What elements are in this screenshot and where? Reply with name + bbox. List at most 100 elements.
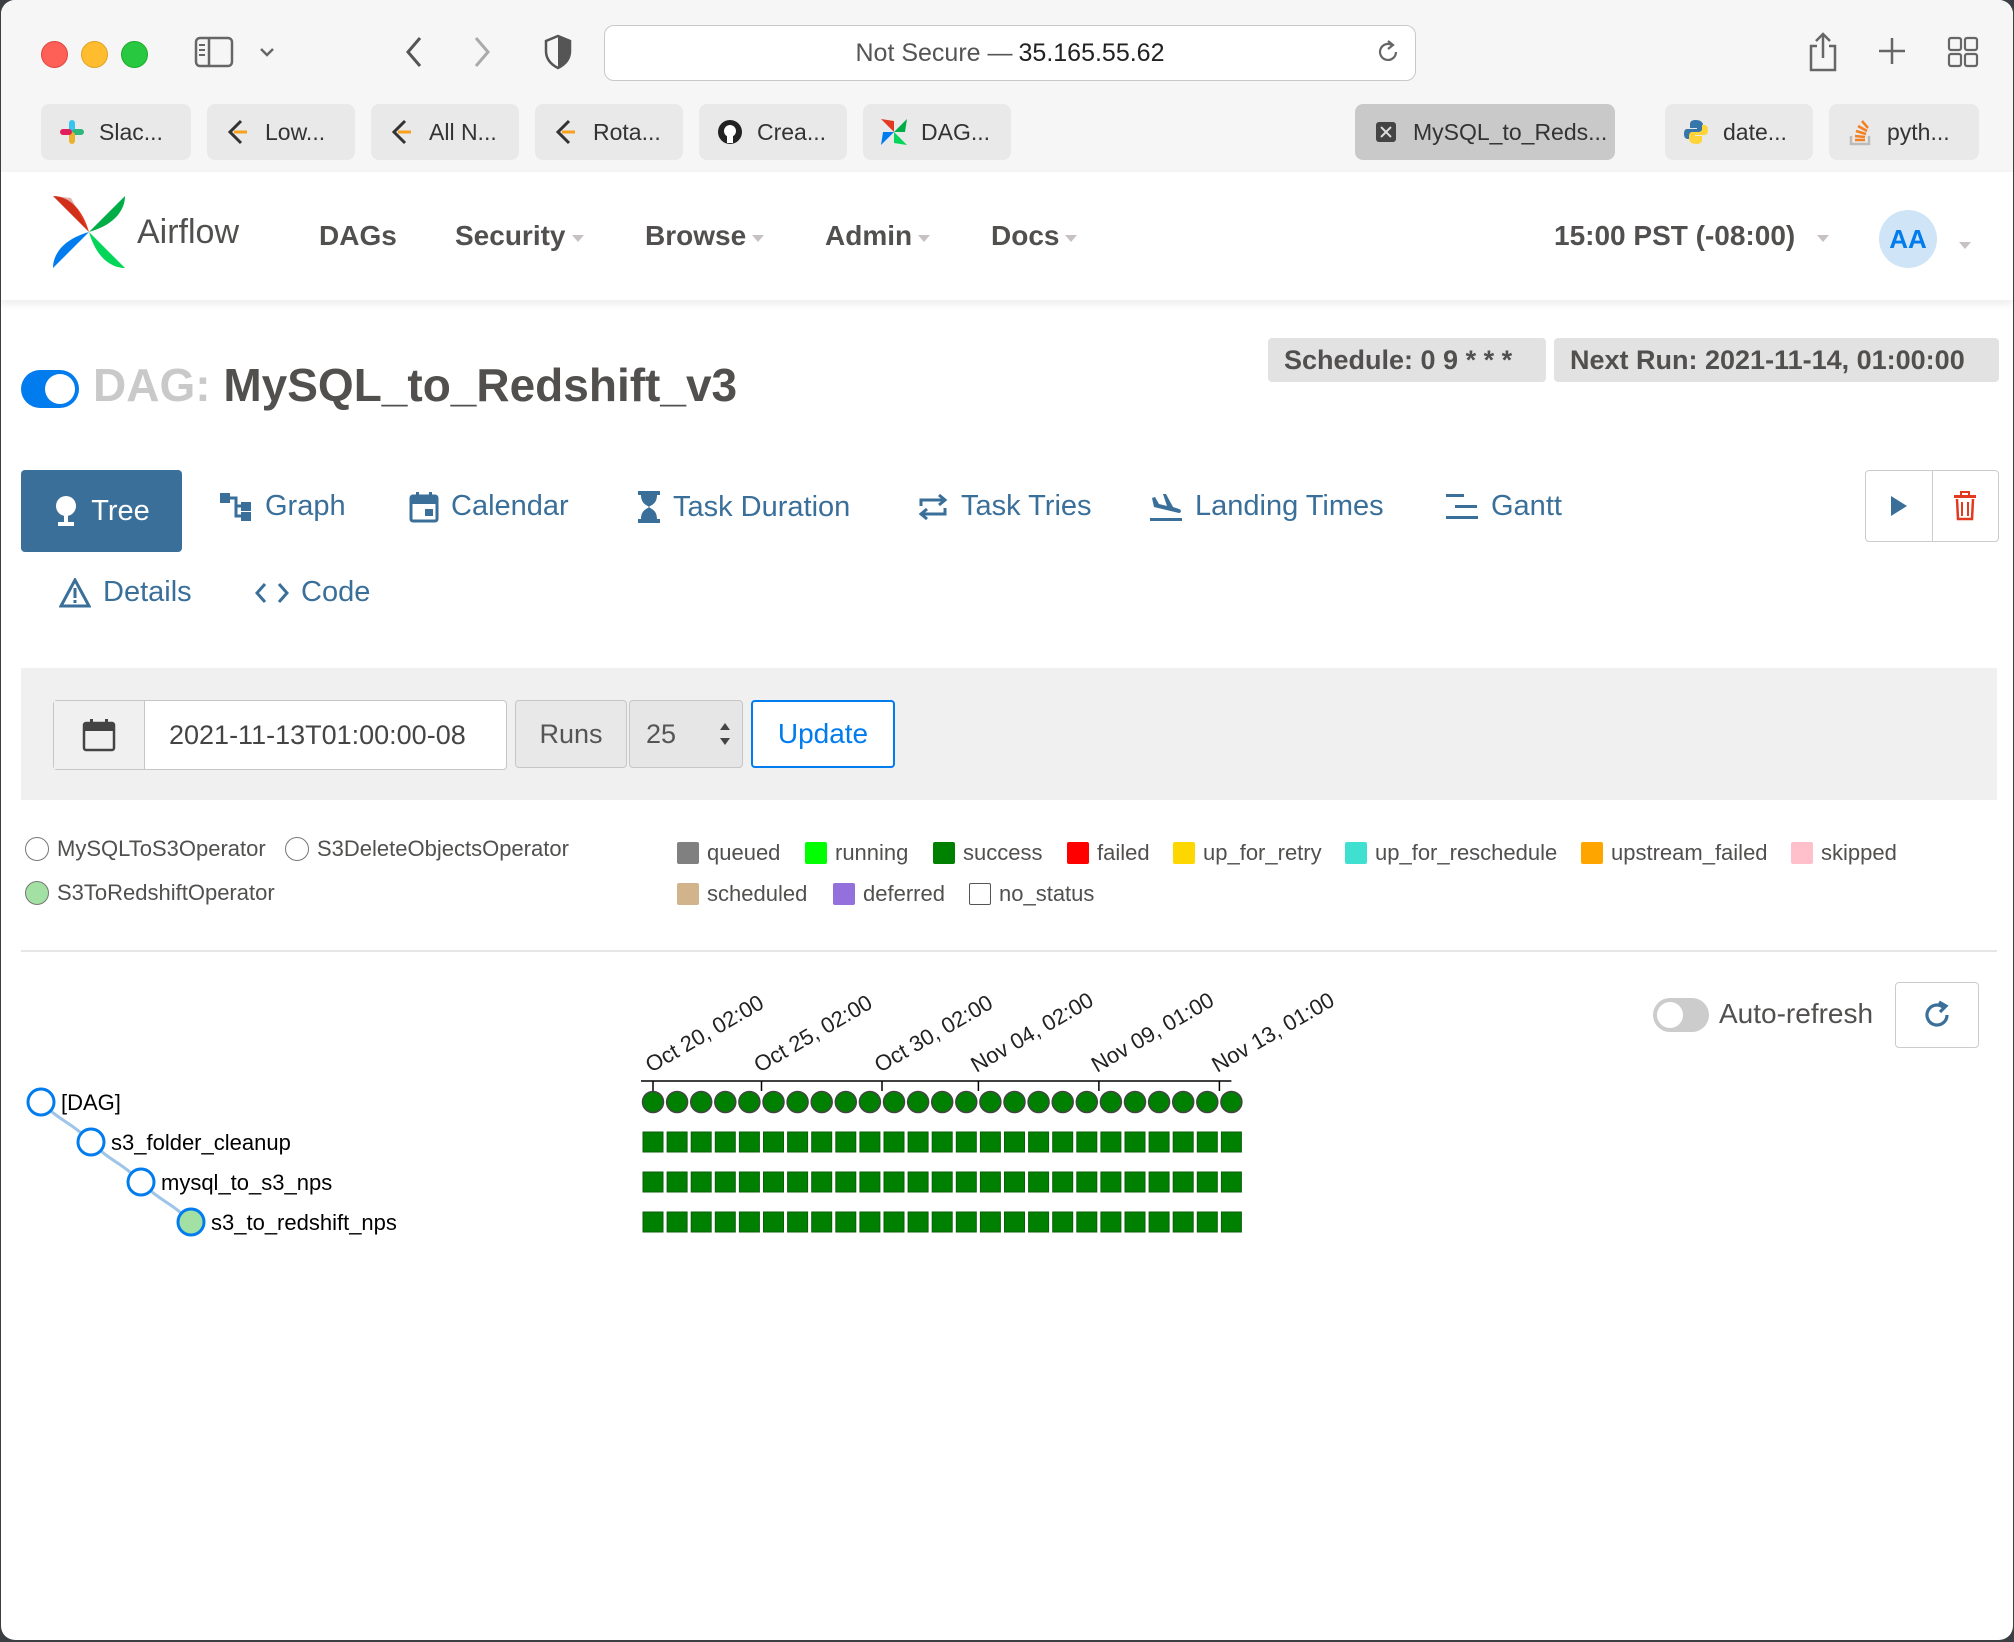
- task-instance-square[interactable]: [1172, 1211, 1194, 1233]
- task-instance-square[interactable]: [1052, 1211, 1074, 1233]
- task-instance-square[interactable]: [859, 1171, 881, 1193]
- tree-node-label[interactable]: s3_to_redshift_nps: [211, 1210, 397, 1235]
- task-instance-square[interactable]: [883, 1131, 905, 1153]
- tab-landing-times[interactable]: Landing Times: [1149, 490, 1384, 523]
- browser-tab[interactable]: Rota...: [535, 104, 683, 160]
- task-instance-square[interactable]: [979, 1171, 1001, 1193]
- task-instance-square[interactable]: [1100, 1211, 1122, 1233]
- task-instance-square[interactable]: [642, 1171, 664, 1193]
- task-instance-square[interactable]: [859, 1211, 881, 1233]
- task-instance-square[interactable]: [1028, 1131, 1050, 1153]
- maximize-window-button[interactable]: [121, 41, 148, 68]
- task-instance-square[interactable]: [763, 1211, 784, 1233]
- task-instance-square[interactable]: [955, 1131, 977, 1153]
- task-instance-square[interactable]: [1076, 1211, 1098, 1233]
- task-instance-square[interactable]: [1124, 1211, 1146, 1233]
- task-instance-square[interactable]: [690, 1131, 712, 1153]
- calendar-icon[interactable]: [54, 701, 145, 769]
- browser-tab[interactable]: All N...: [371, 104, 519, 160]
- task-instance-square[interactable]: [1220, 1171, 1242, 1193]
- auto-refresh-toggle[interactable]: [1653, 998, 1709, 1032]
- task-instance-square[interactable]: [666, 1211, 688, 1233]
- tree-node-label[interactable]: s3_folder_cleanup: [111, 1130, 291, 1155]
- task-instance-square[interactable]: [714, 1211, 736, 1233]
- task-instance-square[interactable]: [1196, 1131, 1218, 1153]
- tree-node[interactable]: [176, 1207, 206, 1237]
- nav-browse[interactable]: Browse: [645, 220, 765, 252]
- dag-run-circle[interactable]: [641, 1090, 665, 1114]
- tree-node[interactable]: [26, 1087, 56, 1117]
- browser-tab[interactable]: Slac...: [41, 104, 191, 160]
- dag-run-circle[interactable]: [930, 1090, 954, 1114]
- dag-run-circle[interactable]: [1171, 1090, 1195, 1114]
- dag-run-circle[interactable]: [834, 1090, 858, 1114]
- task-instance-square[interactable]: [642, 1211, 664, 1233]
- task-instance-square[interactable]: [1028, 1171, 1050, 1193]
- update-button[interactable]: Update: [751, 700, 895, 768]
- task-instance-square[interactable]: [1052, 1131, 1074, 1153]
- task-instance-square[interactable]: [979, 1211, 1001, 1233]
- task-instance-square[interactable]: [1052, 1171, 1074, 1193]
- task-instance-square[interactable]: [835, 1211, 857, 1233]
- task-instance-square[interactable]: [931, 1171, 953, 1193]
- task-instance-square[interactable]: [859, 1131, 881, 1153]
- tab-gantt[interactable]: Gantt: [1445, 490, 1562, 523]
- task-instance-square[interactable]: [738, 1131, 760, 1153]
- browser-tab-active[interactable]: MySQL_to_Reds...: [1355, 104, 1615, 160]
- refresh-button[interactable]: [1895, 982, 1979, 1048]
- task-instance-square[interactable]: [1124, 1131, 1146, 1153]
- dag-run-circle[interactable]: [955, 1090, 978, 1114]
- task-instance-square[interactable]: [811, 1131, 833, 1153]
- task-instance-square[interactable]: [1148, 1171, 1170, 1193]
- nav-admin[interactable]: Admin: [825, 220, 931, 252]
- task-instance-square[interactable]: [787, 1211, 809, 1233]
- task-instance-square[interactable]: [714, 1171, 736, 1193]
- dag-run-circle[interactable]: [882, 1090, 906, 1114]
- task-instance-square[interactable]: [714, 1131, 736, 1153]
- close-window-button[interactable]: [41, 41, 68, 68]
- task-instance-square[interactable]: [1148, 1211, 1170, 1233]
- dag-run-circle[interactable]: [810, 1090, 833, 1114]
- task-instance-square[interactable]: [1076, 1171, 1098, 1193]
- browser-tab[interactable]: pyth...: [1829, 104, 1979, 160]
- task-instance-square[interactable]: [1004, 1171, 1025, 1193]
- timezone-dropdown[interactable]: 15:00 PST (-08:00): [1554, 220, 1830, 252]
- tree-node-label[interactable]: [DAG]: [61, 1090, 121, 1115]
- dag-run-circle[interactable]: [1027, 1090, 1050, 1114]
- new-tab-icon[interactable]: [1875, 34, 1909, 68]
- runs-select[interactable]: 25: [629, 700, 743, 768]
- dag-run-circle[interactable]: [1003, 1090, 1026, 1114]
- task-instance-square[interactable]: [1124, 1171, 1146, 1193]
- task-instance-square[interactable]: [1004, 1211, 1025, 1233]
- browser-tab[interactable]: Low...: [207, 104, 355, 160]
- task-instance-square[interactable]: [763, 1171, 784, 1193]
- nav-docs[interactable]: Docs: [991, 220, 1078, 252]
- task-instance-square[interactable]: [907, 1171, 929, 1193]
- url-bar[interactable]: Not Secure — 35.165.55.62: [604, 25, 1416, 81]
- dag-run-circle[interactable]: [1075, 1090, 1099, 1114]
- browser-tab[interactable]: Crea...: [699, 104, 847, 160]
- back-icon[interactable]: [399, 32, 429, 72]
- airflow-logo[interactable]: Airflow: [51, 194, 239, 270]
- tab-task-tries[interactable]: Task Tries: [917, 490, 1092, 523]
- tab-task-duration[interactable]: Task Duration: [637, 490, 850, 524]
- dag-run-circle[interactable]: [1220, 1090, 1243, 1114]
- task-instance-square[interactable]: [955, 1211, 977, 1233]
- caret-down-icon[interactable]: [1959, 242, 1971, 249]
- task-instance-square[interactable]: [1004, 1131, 1025, 1153]
- tab-calendar[interactable]: Calendar: [409, 490, 569, 523]
- close-icon[interactable]: [1371, 117, 1401, 147]
- task-instance-square[interactable]: [1148, 1131, 1170, 1153]
- dag-run-circle[interactable]: [714, 1090, 737, 1114]
- task-instance-square[interactable]: [1172, 1171, 1194, 1193]
- base-date-input[interactable]: 2021-11-13T01:00:00-08: [145, 701, 506, 769]
- task-instance-square[interactable]: [1100, 1131, 1122, 1153]
- task-instance-square[interactable]: [666, 1171, 688, 1193]
- dag-run-circle[interactable]: [1147, 1090, 1171, 1114]
- reload-icon[interactable]: [1375, 38, 1401, 73]
- task-instance-square[interactable]: [907, 1131, 929, 1153]
- trigger-dag-button[interactable]: [1866, 471, 1932, 541]
- task-instance-square[interactable]: [787, 1171, 809, 1193]
- task-instance-square[interactable]: [835, 1131, 857, 1153]
- task-instance-square[interactable]: [787, 1131, 809, 1153]
